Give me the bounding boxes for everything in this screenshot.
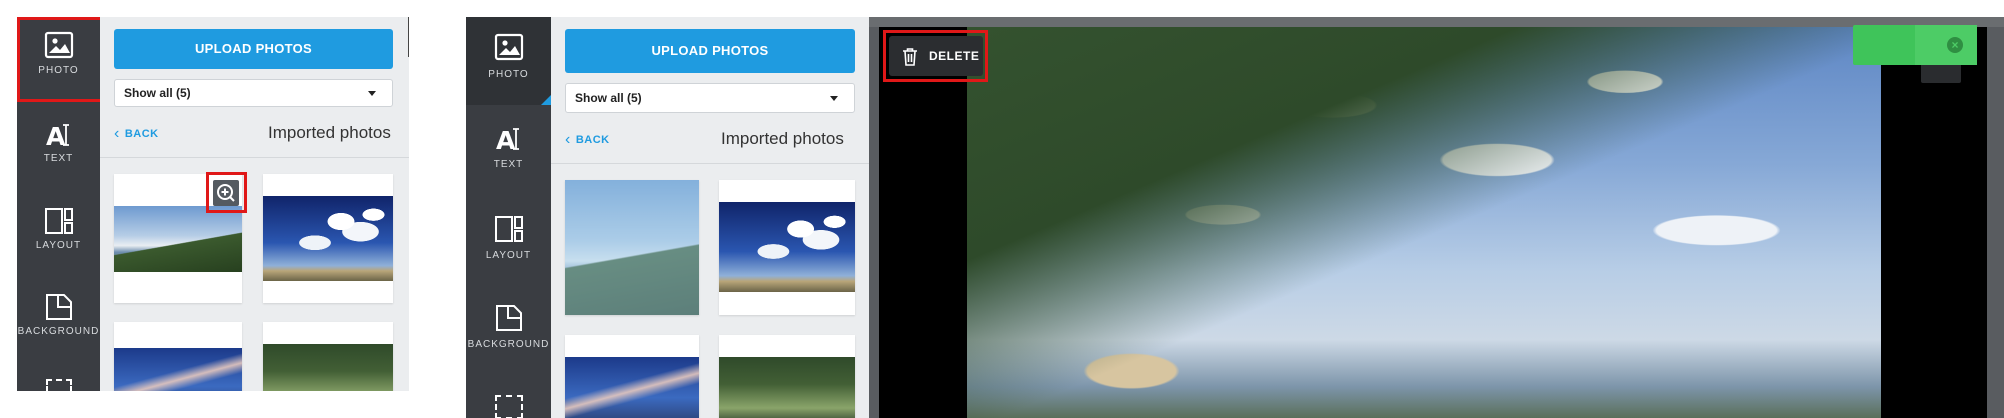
layout-icon [44, 208, 73, 234]
photo-thumbnail[interactable] [719, 180, 855, 315]
editor-canvas: DELETE × [869, 17, 2004, 418]
upload-photos-button[interactable]: UPLOAD PHOTOS [565, 29, 855, 73]
layout-icon [494, 216, 523, 242]
photo-thumbnail-selected[interactable] [565, 180, 699, 315]
photo-filter-value: Show all (5) [124, 86, 191, 100]
close-circle-icon[interactable]: × [1947, 37, 1963, 53]
thumbnail-image [565, 180, 699, 315]
rail-label-layout: LAYOUT [485, 250, 532, 261]
rail-item-background[interactable]: BACKGROUND [466, 304, 551, 350]
rail-item-layout[interactable]: LAYOUT [466, 215, 551, 261]
highlight-zoom-icon [206, 172, 247, 213]
photo-edge-right [1881, 27, 1987, 418]
photo-thumbnail[interactable] [263, 322, 393, 391]
photo-thumbnail[interactable] [114, 322, 242, 391]
section-heading: Imported photos [721, 129, 844, 148]
back-label: BACK [124, 128, 159, 140]
rail-label-text: TEXT [43, 153, 74, 164]
photo-thumbnail[interactable] [263, 174, 393, 303]
thumbnail-image [114, 348, 242, 391]
rail-label-background: BACKGROUND [467, 339, 550, 350]
background-icon [45, 294, 72, 320]
thumbnail-image [565, 357, 699, 418]
rail-item-photo[interactable]: PHOTO [466, 17, 551, 105]
rail-item-text[interactable]: A TEXT [466, 125, 551, 170]
photo-thumbnail[interactable] [719, 335, 855, 418]
toast-close-area [1915, 25, 1977, 65]
section-heading: Imported photos [268, 123, 391, 142]
rail-next-icon [46, 379, 72, 391]
rail-label-photo: PHOTO [488, 69, 529, 80]
photo-filter-select[interactable]: Show all (5) [565, 83, 855, 113]
rail-item-background[interactable]: BACKGROUND [17, 293, 100, 337]
upload-photos-button[interactable]: UPLOAD PHOTOS [114, 29, 393, 69]
right-side-panel: UPLOAD PHOTOS Show all (5) ‹ BACK Importe… [551, 17, 869, 418]
panel-divider [100, 157, 409, 158]
panel-divider [551, 163, 869, 164]
highlight-photo-tab [17, 17, 103, 102]
chevron-left-icon: ‹ [114, 125, 120, 142]
right-tool-rail: PHOTO A TEXT LAYOUT BACKGROUND [466, 17, 551, 418]
back-link[interactable]: ‹ BACK [114, 125, 159, 143]
left-panel-edge [408, 17, 409, 57]
thumbnail-image [114, 206, 242, 272]
rail-next-icon [495, 395, 523, 418]
rail-item-layout[interactable]: LAYOUT [17, 207, 100, 251]
text-icon: A [496, 126, 519, 153]
thumbnail-image [263, 344, 393, 391]
thumbnail-image [719, 357, 855, 418]
thumbnail-image [719, 202, 855, 292]
rail-label-background: BACKGROUND [17, 326, 100, 337]
left-screenshot: PHOTO A TEXT LAYOUT BACKGROUND UPLOAD PH… [17, 17, 409, 391]
photo-thumbnail[interactable] [565, 335, 699, 418]
thumbnail-image [263, 196, 393, 281]
background-icon [495, 305, 522, 331]
rail-item-text[interactable]: A TEXT [17, 121, 100, 164]
main-photo[interactable] [967, 27, 1881, 418]
chevron-down-icon [368, 91, 376, 96]
right-screenshot: PHOTO A TEXT LAYOUT BACKGROUND UPLOAD PH… [466, 17, 2004, 418]
rail-label-text: TEXT [493, 159, 524, 170]
canvas-top-bar [869, 17, 2004, 27]
rail-label-layout: LAYOUT [35, 240, 82, 251]
left-side-panel: UPLOAD PHOTOS Show all (5) ‹ BACK Importe… [100, 17, 409, 391]
text-icon: A [46, 122, 69, 149]
photo-filter-value: Show all (5) [575, 91, 642, 105]
photo-filter-select[interactable]: Show all (5) [114, 79, 393, 107]
chevron-down-icon [830, 96, 838, 101]
back-link[interactable]: ‹ BACK [565, 131, 610, 149]
active-tab-marker [541, 95, 551, 105]
chevron-left-icon: ‹ [565, 131, 571, 148]
image-icon [494, 33, 523, 61]
highlight-delete-button [883, 30, 988, 82]
success-toast: × [1853, 25, 1977, 65]
back-label: BACK [575, 134, 610, 146]
